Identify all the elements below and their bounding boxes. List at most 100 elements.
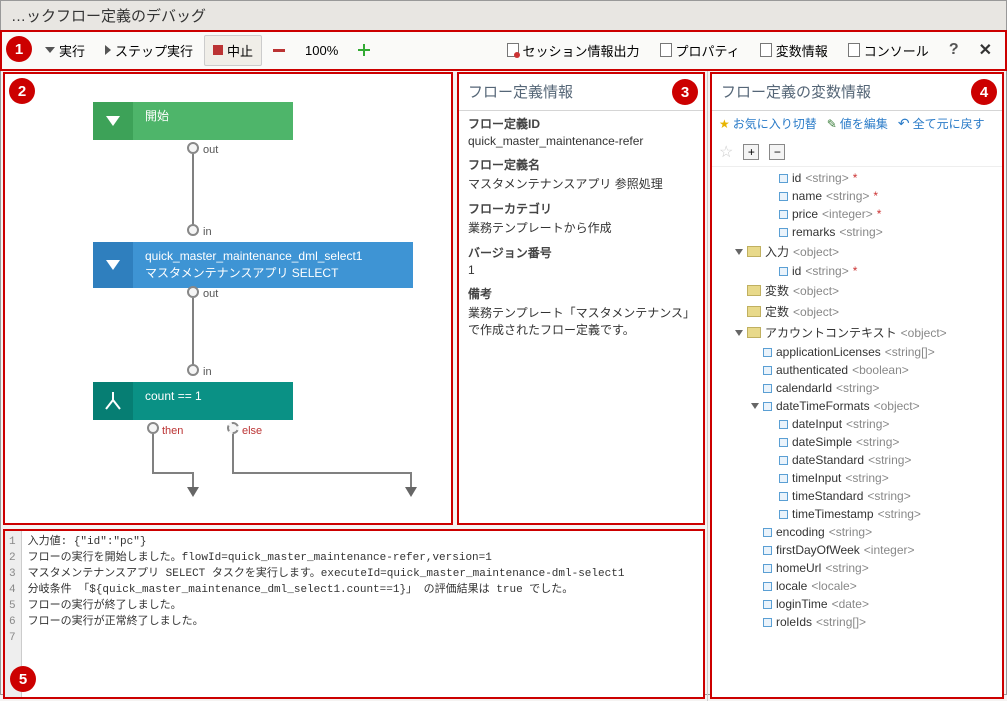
reset-all-link[interactable]: ↶全て元に戻す [898,115,985,132]
tree-item[interactable]: loginTime <date> [711,595,1003,613]
field-icon [763,348,772,357]
connector[interactable] [187,286,199,298]
tree-item[interactable]: locale <locale> [711,577,1003,595]
minus-icon [273,49,285,52]
tree-item[interactable]: 変数 <object> [711,280,1003,301]
zoom-in-button[interactable] [349,38,379,62]
tree-item[interactable]: dateSimple <string> [711,433,1003,451]
step-button[interactable]: ステップ実行 [96,35,202,66]
zoom-out-button[interactable] [264,43,294,58]
field-icon [779,492,788,501]
tree-twisty[interactable] [735,249,743,255]
favorite-toggle[interactable]: ★お気に入り切替 [719,115,817,132]
field-icon [763,402,772,411]
properties-icon [660,43,672,57]
node-select[interactable]: quick_master_maintenance_dml_select1マスタメ… [93,242,413,288]
folder-icon [747,285,761,296]
tree-item[interactable]: applicationLicenses <string[]> [711,343,1003,361]
step-icon [105,45,111,55]
properties-button[interactable]: プロパティ [651,35,749,66]
help-button[interactable]: ? [940,35,968,65]
expand-all-button[interactable]: + [743,144,759,160]
tree-item[interactable]: dateTimeFormats <object> [711,397,1003,415]
tree-item[interactable]: timeStandard <string> [711,487,1003,505]
field-icon [779,192,788,201]
connector[interactable] [187,142,199,154]
variable-tree[interactable]: id <string> *name <string> *price <integ… [711,167,1003,698]
field-icon [779,510,788,519]
dropdown-icon [45,47,55,53]
tree-item[interactable]: firstDayOfWeek <integer> [711,541,1003,559]
start-icon [106,116,120,126]
connector[interactable] [147,422,159,434]
console-icon [848,43,860,57]
field-icon [779,420,788,429]
flow-line [232,434,234,474]
variables-button[interactable]: 変数情報 [751,35,837,66]
tree-item[interactable]: homeUrl <string> [711,559,1003,577]
console-body[interactable]: 入力値: {"id":"pc"}フローの実行を開始しました。flowId=qui… [22,530,631,698]
tree-twisty[interactable] [735,330,743,336]
collapse-all-button[interactable]: − [769,144,785,160]
tree-item[interactable]: roleIds <string[]> [711,613,1003,631]
port-in: in [203,366,212,378]
tree-item[interactable]: remarks <string> [711,223,1003,241]
stop-button[interactable]: 中止 [204,35,262,66]
field-icon [763,600,772,609]
console-button[interactable]: コンソール [839,35,938,66]
connector[interactable] [187,224,199,236]
variables-icon [760,43,772,57]
tree-item[interactable]: 定数 <object> [711,301,1003,322]
tree-item[interactable]: id <string> * [711,169,1003,187]
node-start[interactable]: 開始 [93,102,293,140]
field-icon [779,228,788,237]
flow-line [192,154,194,226]
tree-item[interactable]: dateStandard <string> [711,451,1003,469]
run-button[interactable]: 実行 [36,35,94,66]
close-button[interactable]: ✕ [970,34,1001,66]
tree-item[interactable]: timeInput <string> [711,469,1003,487]
field-icon [763,582,772,591]
undo-icon: ↶ [898,115,910,132]
tree-item[interactable]: 入力 <object> [711,241,1003,262]
tree-twisty[interactable] [751,403,759,409]
zoom-level[interactable]: 100% [296,37,347,64]
tree-item[interactable]: id <string> * [711,262,1003,280]
port-out: out [203,288,218,300]
session-button[interactable]: セッション情報出力 [498,35,649,66]
node-condition[interactable]: count == 1 [93,382,293,420]
tree-item[interactable]: timeTimestamp <string> [711,505,1003,523]
field-icon [763,366,772,375]
field-icon [779,210,788,219]
port-else: else [242,425,262,437]
port-then: then [162,425,183,437]
field-icon [779,174,788,183]
branch-icon [93,382,133,420]
flow-info-panel: 3 フロー定義情報 フロー定義IDquick_master_maintenanc… [457,72,705,525]
field-icon [763,528,772,537]
tree-item[interactable]: price <integer> * [711,205,1003,223]
tree-item[interactable]: name <string> * [711,187,1003,205]
folder-icon [747,306,761,317]
window-title: …ックフロー定義のデバッグ [1,1,1006,31]
folder-icon [747,246,761,257]
edit-value-link[interactable]: ✎値を編集 [827,115,888,132]
arrow-head [187,487,199,497]
tree-item[interactable]: encoding <string> [711,523,1003,541]
connector[interactable] [227,422,239,434]
tree-item[interactable]: アカウントコンテキスト <object> [711,322,1003,343]
console-panel: 5 1234567 入力値: {"id":"pc"}フローの実行を開始しました。… [3,529,705,699]
tree-item[interactable]: authenticated <boolean> [711,361,1003,379]
task-icon [106,260,120,270]
stop-icon [213,45,223,55]
main-toolbar: 1 実行 ステップ実行 中止 100% セッション情報出力 プロパティ 変数情報… [1,31,1006,70]
connector[interactable] [187,364,199,376]
tree-item[interactable]: dateInput <string> [711,415,1003,433]
annotation-2: 2 [9,78,35,104]
flow-canvas[interactable]: 2 開始 out in quick_master_maintena [3,72,453,525]
arrow-head [405,487,417,497]
tree-item[interactable]: calendarId <string> [711,379,1003,397]
star-outline-icon[interactable]: ☆ [719,142,733,162]
flow-line [192,298,194,366]
annotation-1: 1 [6,36,32,62]
